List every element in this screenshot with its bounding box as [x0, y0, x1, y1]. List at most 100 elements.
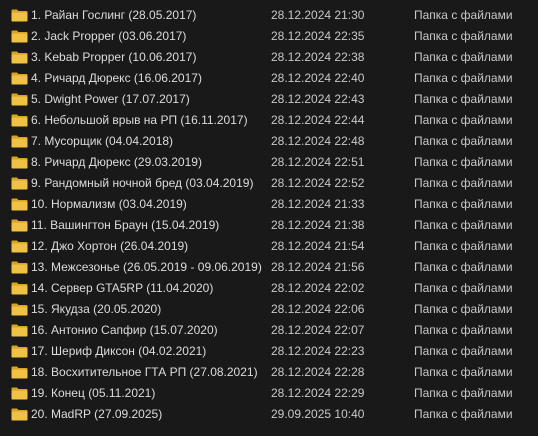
date-modified: 28.12.2024 22:48 — [271, 134, 365, 148]
folder-icon — [11, 219, 28, 232]
file-row[interactable]: 18. Восхитительное ГТА РП (27.08.2021) 2… — [0, 362, 538, 383]
file-type: Папка с файлами — [414, 281, 513, 295]
file-type: Папка с файлами — [414, 155, 513, 169]
file-type: Папка с файлами — [414, 218, 513, 232]
folder-icon — [11, 324, 28, 337]
file-type: Папка с файлами — [414, 407, 513, 421]
folder-icon — [11, 30, 28, 43]
file-row[interactable]: 15. Якудза (20.05.2020) 28.12.2024 22:06… — [0, 299, 538, 320]
date-modified: 28.12.2024 21:54 — [271, 239, 365, 253]
date-modified: 28.12.2024 22:38 — [271, 50, 365, 64]
file-type: Папка с файлами — [414, 113, 513, 127]
file-type: Папка с файлами — [414, 92, 513, 106]
file-row[interactable]: 9. Рандомный ночной бред (03.04.2019) 28… — [0, 173, 538, 194]
file-row[interactable]: 8. Ричард Дюрекс (29.03.2019) 28.12.2024… — [0, 152, 538, 173]
folder-icon — [11, 114, 28, 127]
file-row[interactable]: 7. Мусорщик (04.04.2018) 28.12.2024 22:4… — [0, 131, 538, 152]
file-name: 10. Нормализм (03.04.2019) — [31, 197, 187, 211]
folder-icon — [11, 177, 28, 190]
file-name: 6. Небольшой врыв на РП (16.11.2017) — [31, 113, 248, 127]
file-list: 1. Райан Гослинг (28.05.2017) 28.12.2024… — [0, 0, 538, 436]
date-modified: 28.12.2024 22:29 — [271, 386, 365, 400]
file-type: Папка с файлами — [414, 134, 513, 148]
folder-icon — [11, 345, 28, 358]
file-row[interactable]: 12. Джо Хортон (26.04.2019) 28.12.2024 2… — [0, 236, 538, 257]
file-row[interactable]: 1. Райан Гослинг (28.05.2017) 28.12.2024… — [0, 5, 538, 26]
file-name: 14. Сервер GTA5RP (11.04.2020) — [31, 281, 214, 295]
file-name: 1. Райан Гослинг (28.05.2017) — [31, 8, 197, 22]
folder-icon — [11, 93, 28, 106]
file-row[interactable]: 16. Антонио Сапфир (15.07.2020) 28.12.20… — [0, 320, 538, 341]
date-modified: 28.12.2024 22:23 — [271, 344, 365, 358]
file-row[interactable]: 10. Нормализм (03.04.2019) 28.12.2024 21… — [0, 194, 538, 215]
folder-icon — [11, 366, 28, 379]
file-row[interactable]: 19. Конец (05.11.2021) 28.12.2024 22:29 … — [0, 383, 538, 404]
date-modified: 28.12.2024 22:35 — [271, 29, 365, 43]
file-name: 5. Dwight Power (17.07.2017) — [31, 92, 190, 106]
file-row[interactable]: 4. Ричард Дюрекс (16.06.2017) 28.12.2024… — [0, 68, 538, 89]
file-type: Папка с файлами — [414, 323, 513, 337]
file-name: 20. MadRP (27.09.2025) — [31, 407, 163, 421]
folder-icon — [11, 303, 28, 316]
file-type: Папка с файлами — [414, 176, 513, 190]
date-modified: 28.12.2024 22:02 — [271, 281, 365, 295]
date-modified: 28.12.2024 22:44 — [271, 113, 365, 127]
file-type: Папка с файлами — [414, 365, 513, 379]
file-row[interactable]: 5. Dwight Power (17.07.2017) 28.12.2024 … — [0, 89, 538, 110]
folder-icon — [11, 282, 28, 295]
file-name: 13. Межсезонье (26.05.2019 - 09.06.2019) — [31, 260, 262, 274]
date-modified: 28.12.2024 22:52 — [271, 176, 365, 190]
file-name: 19. Конец (05.11.2021) — [31, 386, 156, 400]
folder-icon — [11, 261, 28, 274]
file-row[interactable]: 6. Небольшой врыв на РП (16.11.2017) 28.… — [0, 110, 538, 131]
file-type: Папка с файлами — [414, 344, 513, 358]
date-modified: 28.12.2024 21:38 — [271, 218, 365, 232]
file-name: 11. Вашингтон Браун (15.04.2019) — [31, 218, 220, 232]
date-modified: 28.12.2024 21:33 — [271, 197, 365, 211]
file-type: Папка с файлами — [414, 29, 513, 43]
file-name: 8. Ричард Дюрекс (29.03.2019) — [31, 155, 202, 169]
folder-icon — [11, 408, 28, 421]
folder-icon — [11, 51, 28, 64]
date-modified: 28.12.2024 22:28 — [271, 365, 365, 379]
date-modified: 28.12.2024 21:56 — [271, 260, 365, 274]
file-name: 9. Рандомный ночной бред (03.04.2019) — [31, 176, 254, 190]
date-modified: 28.12.2024 22:06 — [271, 302, 365, 316]
file-type: Папка с файлами — [414, 386, 513, 400]
file-name: 17. Шериф Диксон (04.02.2021) — [31, 344, 207, 358]
file-row[interactable]: 3. Kebab Propper (10.06.2017) 28.12.2024… — [0, 47, 538, 68]
file-type: Папка с файлами — [414, 239, 513, 253]
file-type: Папка с файлами — [414, 71, 513, 85]
folder-icon — [11, 240, 28, 253]
date-modified: 28.12.2024 22:40 — [271, 71, 365, 85]
file-type: Папка с файлами — [414, 197, 513, 211]
folder-icon — [11, 72, 28, 85]
file-name: 16. Антонио Сапфир (15.07.2020) — [31, 323, 218, 337]
file-row[interactable]: 13. Межсезонье (26.05.2019 - 09.06.2019)… — [0, 257, 538, 278]
file-type: Папка с файлами — [414, 260, 513, 274]
date-modified: 28.12.2024 21:30 — [271, 8, 365, 22]
file-row[interactable]: 17. Шериф Диксон (04.02.2021) 28.12.2024… — [0, 341, 538, 362]
file-row[interactable]: 14. Сервер GTA5RP (11.04.2020) 28.12.202… — [0, 278, 538, 299]
file-type: Папка с файлами — [414, 50, 513, 64]
date-modified: 29.09.2025 10:40 — [271, 407, 365, 421]
file-name: 12. Джо Хортон (26.04.2019) — [31, 239, 189, 253]
date-modified: 28.12.2024 22:07 — [271, 323, 365, 337]
file-name: 18. Восхитительное ГТА РП (27.08.2021) — [31, 365, 258, 379]
date-modified: 28.12.2024 22:51 — [271, 155, 365, 169]
folder-icon — [11, 387, 28, 400]
file-type: Папка с файлами — [414, 302, 513, 316]
file-name: 7. Мусорщик (04.04.2018) — [31, 134, 174, 148]
file-name: 15. Якудза (20.05.2020) — [31, 302, 162, 316]
file-row[interactable]: 2. Jack Propper (03.06.2017) 28.12.2024 … — [0, 26, 538, 47]
folder-icon — [11, 198, 28, 211]
file-type: Папка с файлами — [414, 8, 513, 22]
file-name: 4. Ричард Дюрекс (16.06.2017) — [31, 71, 202, 85]
file-name: 3. Kebab Propper (10.06.2017) — [31, 50, 197, 64]
folder-icon — [11, 156, 28, 169]
file-row[interactable]: 11. Вашингтон Браун (15.04.2019) 28.12.2… — [0, 215, 538, 236]
date-modified: 28.12.2024 22:43 — [271, 92, 365, 106]
folder-icon — [11, 9, 28, 22]
file-name: 2. Jack Propper (03.06.2017) — [31, 29, 187, 43]
file-row[interactable]: 20. MadRP (27.09.2025) 29.09.2025 10:40 … — [0, 404, 538, 425]
